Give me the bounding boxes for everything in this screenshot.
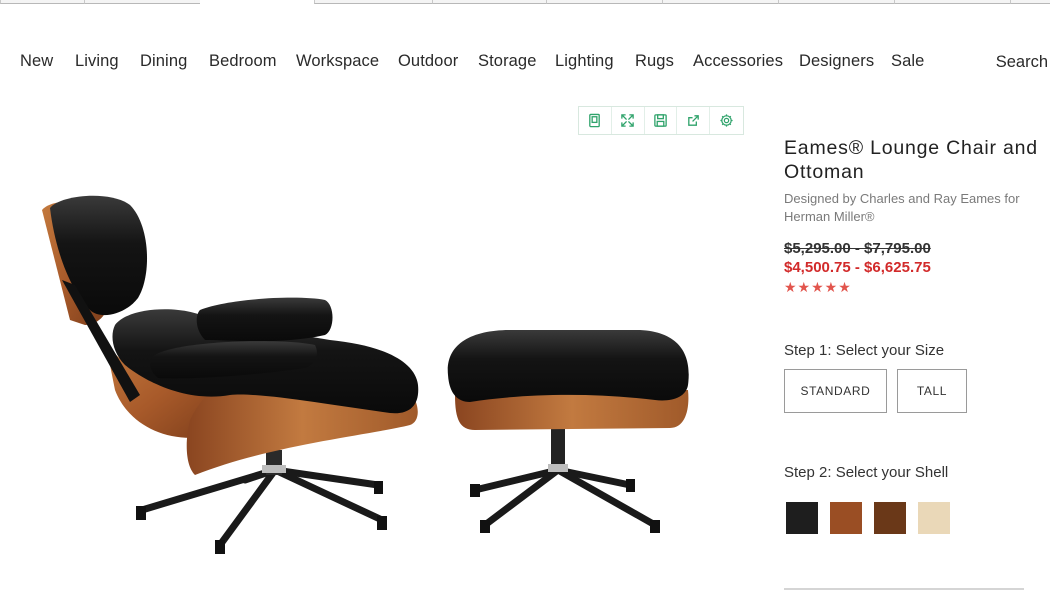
nav-item-living[interactable]: Living <box>75 52 119 71</box>
nav-item-rugs[interactable]: Rugs <box>635 52 674 71</box>
ottoman <box>447 330 689 533</box>
shell-swatch-walnut[interactable] <box>830 502 862 534</box>
lounge-chair <box>42 195 419 554</box>
search-link[interactable]: Search <box>996 53 1048 72</box>
browser-tab[interactable] <box>0 0 84 4</box>
settings-button[interactable] <box>710 107 743 134</box>
sale-price: $4,500.75 - $6,625.75 <box>784 259 931 276</box>
nav-item-dining[interactable]: Dining <box>140 52 187 71</box>
expand-button[interactable] <box>612 107 645 134</box>
next-step-cutoff <box>784 586 1050 591</box>
share-button[interactable] <box>677 107 711 134</box>
save-icon <box>654 114 667 127</box>
nav-item-designers[interactable]: Designers <box>799 52 874 71</box>
rating-stars[interactable]: ★★★★★ <box>784 279 1050 296</box>
nav-item-new[interactable]: New <box>20 52 53 71</box>
nav-item-outdoor[interactable]: Outdoor <box>398 52 458 71</box>
nav-item-bedroom[interactable]: Bedroom <box>209 52 277 71</box>
size-option-standard[interactable]: STANDARD <box>784 369 887 413</box>
nav-item-lighting[interactable]: Lighting <box>555 52 614 71</box>
browser-tab[interactable] <box>432 0 546 4</box>
image-toolbar <box>578 106 744 135</box>
product-details: Eames® Lounge Chair and Ottoman Designed… <box>784 136 1050 296</box>
browser-tab[interactable] <box>84 0 200 4</box>
browser-tab[interactable] <box>1010 0 1050 4</box>
nav-item-workspace[interactable]: Workspace <box>296 52 379 71</box>
browser-tab[interactable] <box>546 0 662 4</box>
save-button[interactable] <box>645 107 678 134</box>
share-icon <box>687 115 699 126</box>
browser-tab-strip <box>0 0 1050 5</box>
bookmark-icon <box>589 113 601 128</box>
nav-item-sale[interactable]: Sale <box>891 52 924 71</box>
browser-tab[interactable] <box>778 0 894 4</box>
product-image[interactable] <box>30 180 710 570</box>
browser-tab[interactable] <box>662 0 778 4</box>
product-designer: Designed by Charles and Ray Eames for He… <box>784 191 1020 224</box>
shell-swatch-black[interactable] <box>786 502 818 534</box>
nav-item-storage[interactable]: Storage <box>478 52 537 71</box>
step2-label: Step 2: Select your Shell <box>784 464 949 481</box>
settings-icon <box>720 114 733 127</box>
expand-icon <box>621 114 634 127</box>
step1-label: Step 1: Select your Size <box>784 342 945 359</box>
browser-tab[interactable] <box>314 0 432 4</box>
shell-swatch-white-ash[interactable] <box>918 502 950 534</box>
main-nav: New Living Dining Bedroom Workspace Outd… <box>0 52 1050 76</box>
nav-item-accessories[interactable]: Accessories <box>693 52 783 71</box>
product-title: Eames® Lounge Chair and Ottoman <box>784 137 1038 183</box>
size-option-tall[interactable]: TALL <box>897 369 967 413</box>
bookmark-button[interactable] <box>579 107 612 134</box>
browser-tab[interactable] <box>894 0 1010 4</box>
original-price: $5,295.00 - $7,795.00 <box>784 240 931 257</box>
shell-swatch-dark-walnut[interactable] <box>874 502 906 534</box>
